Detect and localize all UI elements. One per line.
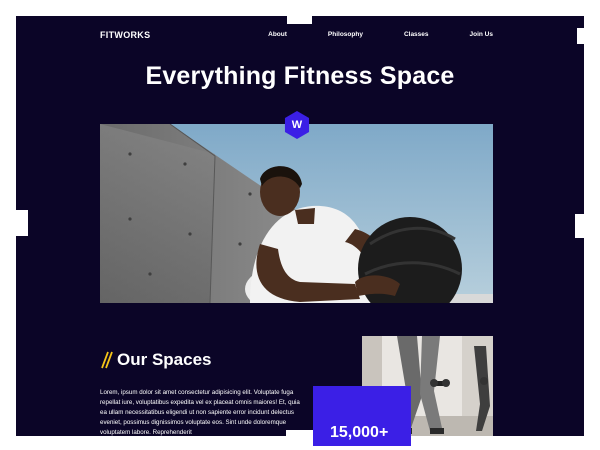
section-title: Our Spaces bbox=[100, 350, 212, 370]
nav-link-classes[interactable]: Classes bbox=[404, 31, 429, 38]
accent-slash-icon bbox=[101, 351, 113, 369]
stat-value: 15,000+ bbox=[330, 424, 389, 441]
hero-image bbox=[100, 124, 493, 303]
top-navigation: FITWORKS About Philosophy Classes Join U… bbox=[100, 30, 493, 44]
stat-card: 15,000+ bbox=[313, 386, 411, 446]
nav-link-about[interactable]: About bbox=[268, 31, 287, 38]
section-title-text: Our Spaces bbox=[117, 350, 212, 369]
nav-link-join-us[interactable]: Join Us bbox=[470, 31, 493, 38]
brand-logo[interactable]: FITWORKS bbox=[100, 30, 150, 40]
nav-links: About Philosophy Classes Join Us bbox=[227, 31, 493, 38]
nav-link-philosophy[interactable]: Philosophy bbox=[328, 31, 363, 38]
section-body: Lorem, ipsum dolor sit amet consectetur … bbox=[100, 389, 300, 436]
hero-title: Everything Fitness Space bbox=[145, 62, 455, 90]
